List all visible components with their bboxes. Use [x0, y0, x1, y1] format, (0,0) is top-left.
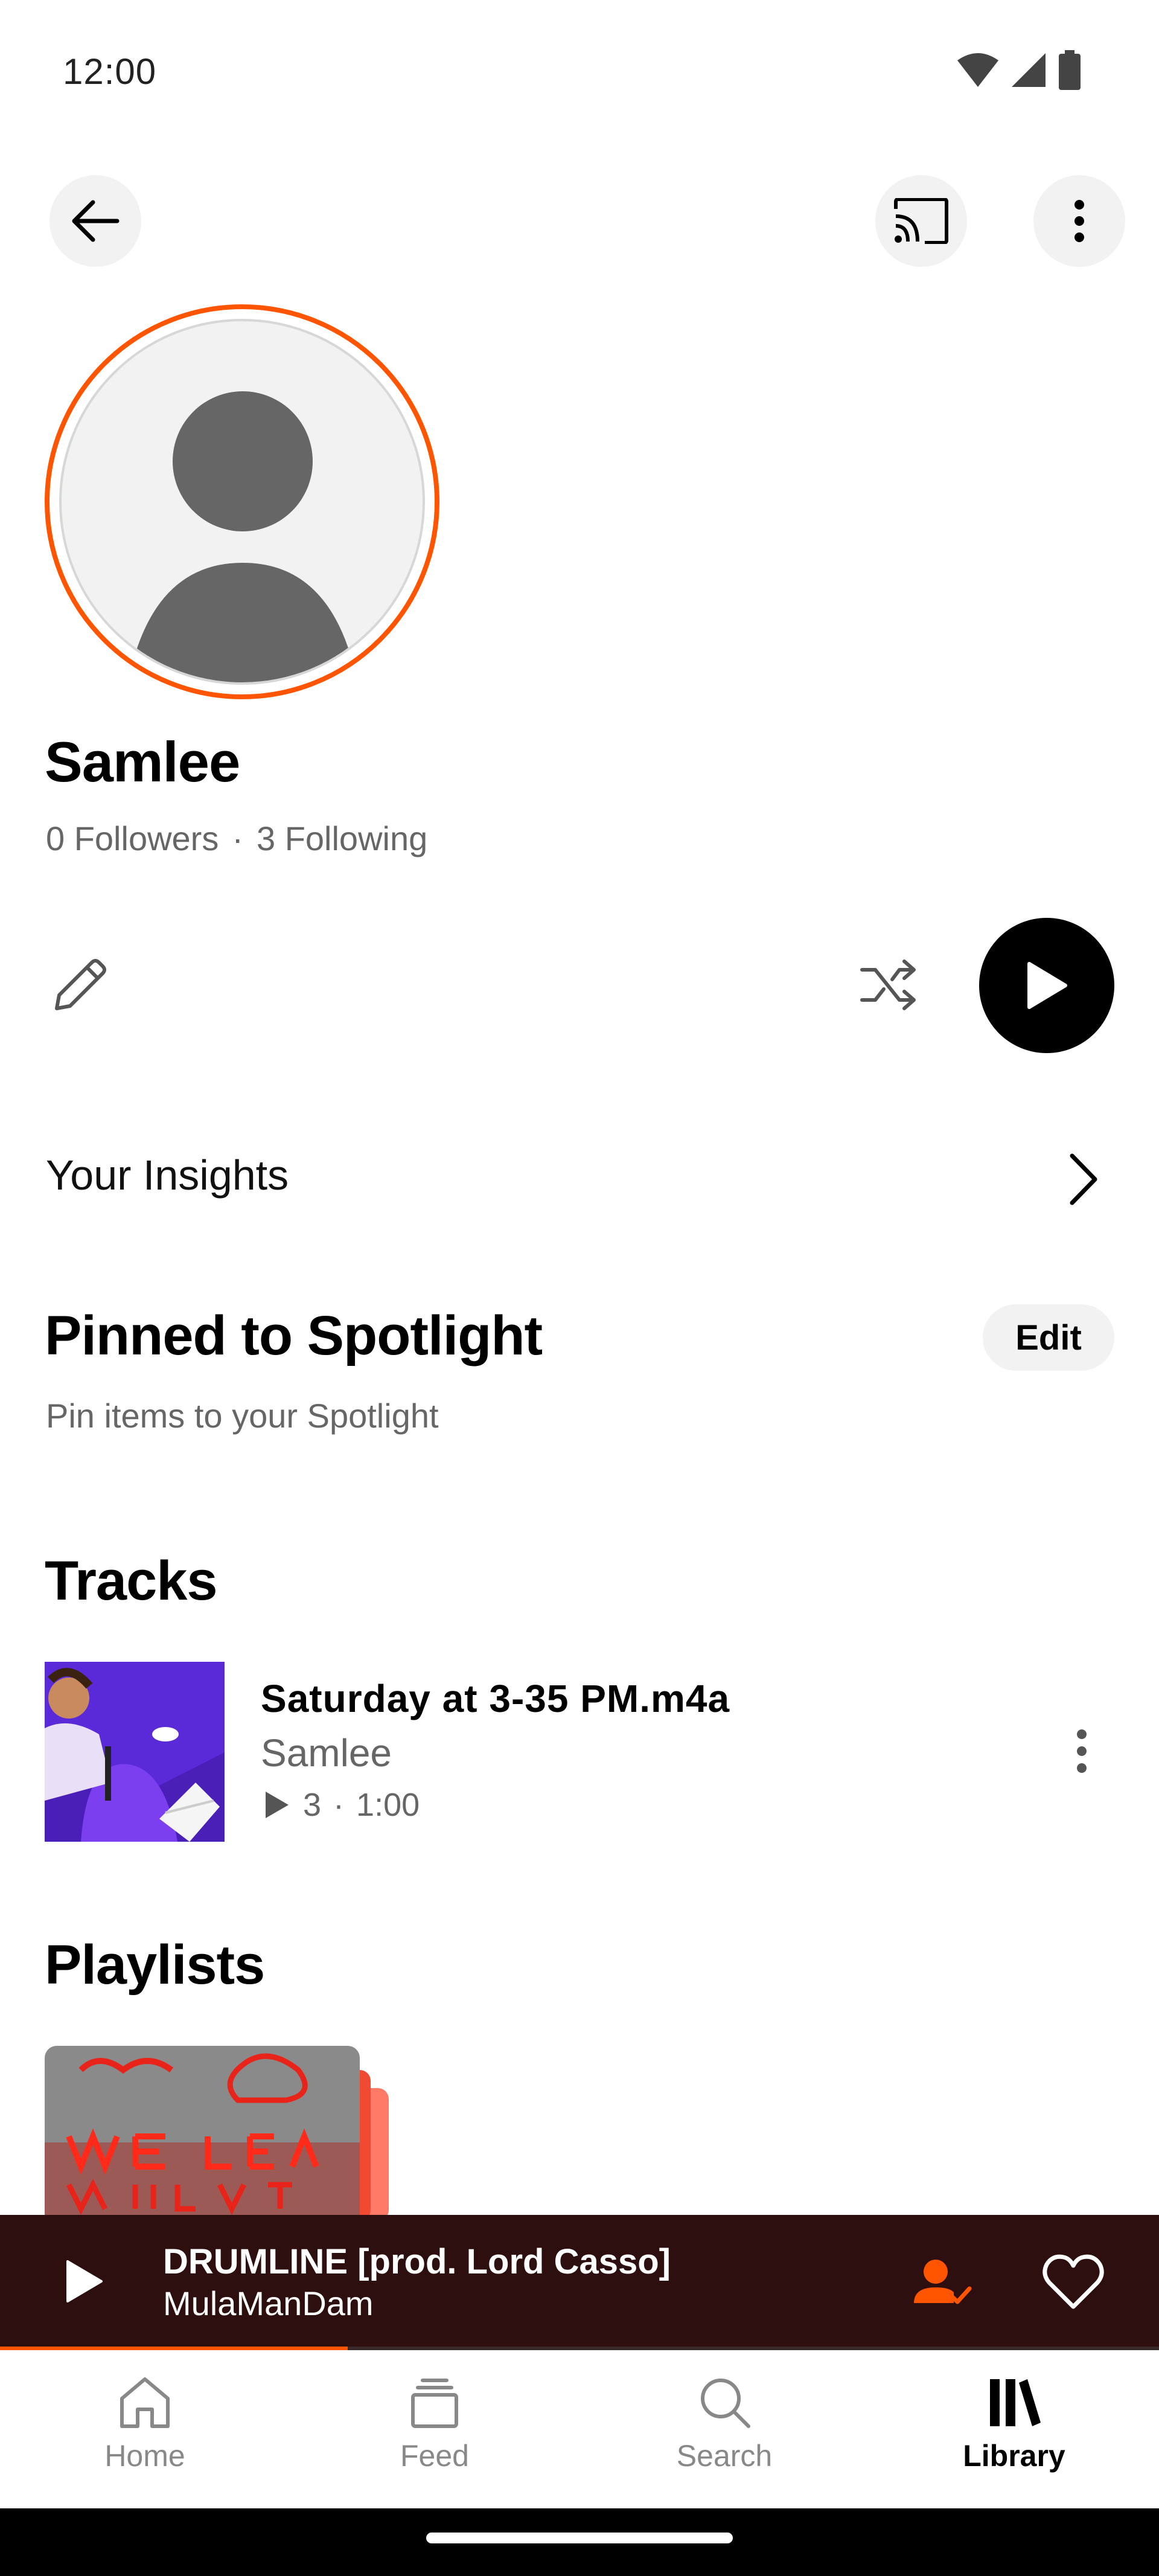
tracks-section-title: Tracks [45, 1550, 218, 1612]
shuffle-icon [860, 960, 916, 1010]
follow-artist-button[interactable] [912, 2252, 972, 2313]
user-following-icon [914, 2260, 972, 2304]
battery-icon [1059, 50, 1081, 90]
track-artist: Samlee [261, 1731, 392, 1775]
track-meta-separator: · [333, 1787, 345, 1823]
cast-icon [894, 198, 948, 244]
nav-library-label: Library [963, 2439, 1065, 2473]
library-icon [990, 2379, 1041, 2426]
playlist-artwork-image [45, 2046, 389, 2221]
nav-feed[interactable]: Feed [290, 2350, 580, 2508]
nav-search-label: Search [676, 2439, 773, 2473]
back-button[interactable] [49, 175, 141, 267]
home-icon [120, 2377, 170, 2428]
mini-player[interactable] [0, 2215, 1159, 2349]
mini-player-artist: MulaManDam [163, 2284, 374, 2322]
nav-home-label: Home [104, 2439, 185, 2473]
insights-label: Your Insights [46, 1152, 289, 1199]
track-artwork[interactable] [45, 1662, 225, 1842]
pinned-section-title: Pinned to Spotlight [45, 1305, 543, 1366]
status-time: 12:00 [63, 51, 157, 92]
play-all-button[interactable] [979, 918, 1114, 1053]
signal-icon [1012, 53, 1046, 87]
pencil-icon [55, 959, 106, 1010]
home-gesture-pill[interactable] [426, 2533, 733, 2543]
mini-player-play-button[interactable] [54, 2251, 115, 2312]
nav-search[interactable]: Search [580, 2350, 869, 2508]
edit-spotlight-button[interactable]: Edit [983, 1304, 1114, 1371]
cast-button[interactable] [875, 175, 967, 267]
chevron-right-icon [1070, 1153, 1097, 1205]
playlists-section-title: Playlists [45, 1934, 265, 1996]
default-user-icon [128, 391, 357, 682]
play-count-icon [266, 1792, 289, 1818]
like-button[interactable] [1042, 2252, 1105, 2313]
more-vertical-icon [1074, 200, 1084, 242]
shuffle-button[interactable] [860, 959, 918, 1011]
edit-profile-button[interactable] [51, 954, 111, 1014]
track-duration: 1:00 [356, 1787, 420, 1823]
following-count[interactable]: 3 Following [257, 819, 427, 858]
heart-icon [1042, 2254, 1104, 2309]
status-icons [956, 50, 1082, 90]
follow-stats: 0 Followers · 3 Following [46, 819, 427, 858]
track-more-button[interactable] [1068, 1727, 1095, 1775]
mini-player-title: DRUMLINE [prod. Lord Casso] [163, 2242, 671, 2281]
track-title: Saturday at 3-35 PM.m4a [261, 1677, 730, 1720]
back-arrow-icon [72, 200, 120, 242]
playlist-card[interactable] [45, 2046, 407, 2221]
wifi-icon [957, 53, 998, 87]
nav-library[interactable]: Library [869, 2350, 1159, 2508]
more-vertical-icon [1077, 1729, 1087, 1773]
bottom-navigation: Home Feed Search Library [0, 2350, 1159, 2508]
nav-feed-label: Feed [400, 2439, 469, 2473]
followers-count[interactable]: 0 Followers [46, 819, 219, 858]
search-icon [701, 2379, 750, 2428]
play-icon [66, 2260, 103, 2302]
track-play-count: 3 [303, 1787, 322, 1823]
follow-separator: · [232, 819, 243, 857]
play-icon [1027, 962, 1067, 1009]
nav-home[interactable]: Home [0, 2350, 290, 2508]
avatar[interactable] [59, 319, 425, 685]
more-options-button[interactable] [1033, 175, 1125, 267]
feed-icon [411, 2379, 458, 2428]
profile-name: Samlee [45, 730, 240, 793]
pinned-section-subtitle: Pin items to your Spotlight [46, 1397, 439, 1435]
track-meta: 3 · 1:00 [263, 1786, 420, 1824]
track-artwork-image [45, 1662, 225, 1842]
